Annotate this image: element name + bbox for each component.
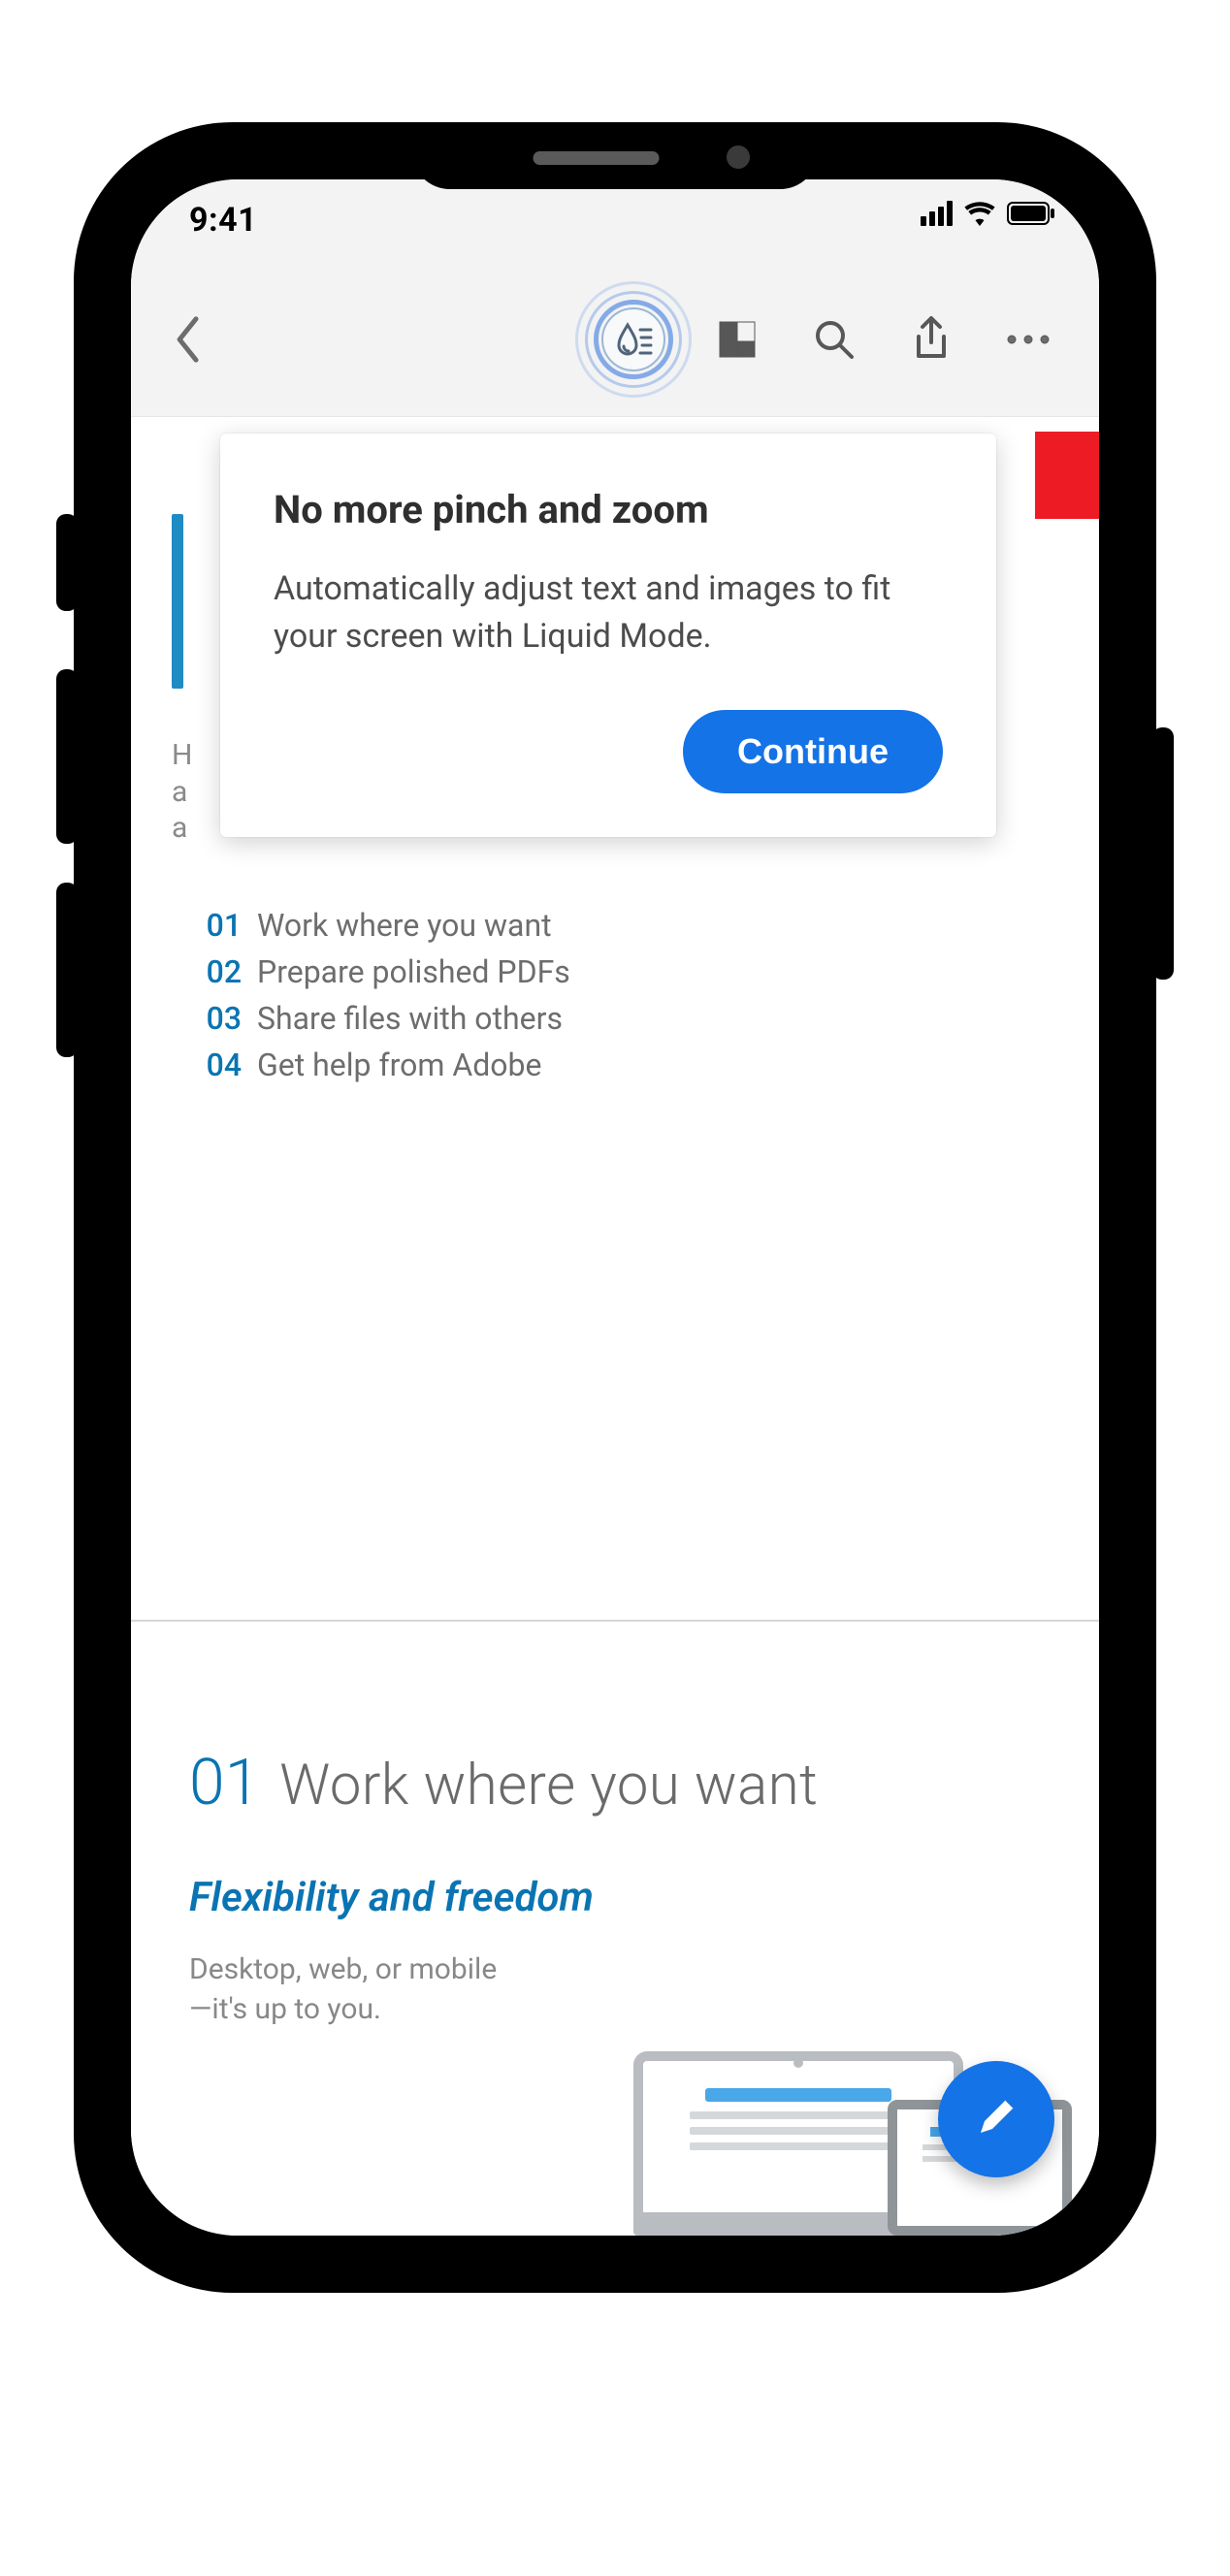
page-view-button[interactable] (716, 318, 759, 361)
section-number: 01 (189, 1746, 260, 1820)
pencil-icon (971, 2092, 1021, 2146)
phone-side-button (56, 669, 78, 844)
more-button[interactable] (1006, 334, 1051, 345)
signal-icon (921, 201, 953, 226)
share-button[interactable] (910, 315, 953, 364)
toc-item[interactable]: 02 Prepare polished PDFs (201, 949, 570, 995)
edit-fab[interactable] (938, 2061, 1054, 2177)
continue-button[interactable]: Continue (683, 710, 943, 793)
popover-title: No more pinch and zoom (274, 487, 943, 532)
phone-side-button (1152, 727, 1174, 980)
toc-item[interactable]: 04 Get help from Adobe (201, 1042, 570, 1088)
toc-number: 02 (201, 949, 242, 995)
phone-side-button (56, 514, 78, 611)
toc-number: 01 (201, 902, 242, 949)
phone-screen: 9:41 (131, 179, 1099, 2236)
pdf-badge (1035, 432, 1099, 519)
document-viewport[interactable]: H a a 01 Work where you want 02 Prepare … (131, 417, 1099, 2236)
doc-accent-bar (172, 514, 183, 689)
liquid-mode-button[interactable] (575, 281, 692, 398)
toc-label: Share files with others (257, 995, 563, 1042)
section-subtitle: Flexibility and freedom (189, 1874, 1060, 1921)
doc-section: 01 Work where you want Flexibility and f… (189, 1746, 1060, 2029)
table-of-contents: 01 Work where you want 02 Prepare polish… (201, 902, 570, 1088)
toc-label: Work where you want (257, 902, 552, 949)
toc-item[interactable]: 01 Work where you want (201, 902, 570, 949)
toc-number: 03 (201, 995, 242, 1042)
toc-label: Get help from Adobe (257, 1042, 541, 1088)
search-button[interactable] (812, 317, 857, 362)
section-title: Work where you want (279, 1753, 818, 1819)
popover-body: Automatically adjust text and images to … (274, 565, 943, 661)
status-bar: 9:41 (131, 179, 1099, 262)
toc-label: Prepare polished PDFs (257, 949, 570, 995)
back-button[interactable] (160, 316, 218, 363)
front-camera (727, 145, 750, 169)
battery-icon (1007, 202, 1055, 225)
toc-item[interactable]: 03 Share files with others (201, 995, 570, 1042)
page-separator (131, 1620, 1099, 1622)
app-toolbar (131, 262, 1099, 417)
phone-frame: 9:41 (78, 126, 1152, 2289)
phone-notch (411, 126, 819, 189)
status-time: 9:41 (189, 201, 257, 240)
section-body: Desktop, web, or mobile—it's up to you. (189, 1950, 500, 2029)
speaker-grille (534, 151, 660, 165)
doc-partial-text: H a a (172, 737, 193, 847)
liquid-mode-popover: No more pinch and zoom Automatically adj… (220, 434, 996, 837)
wifi-icon (964, 201, 995, 226)
phone-side-button (56, 883, 78, 1057)
toc-number: 04 (201, 1042, 242, 1088)
